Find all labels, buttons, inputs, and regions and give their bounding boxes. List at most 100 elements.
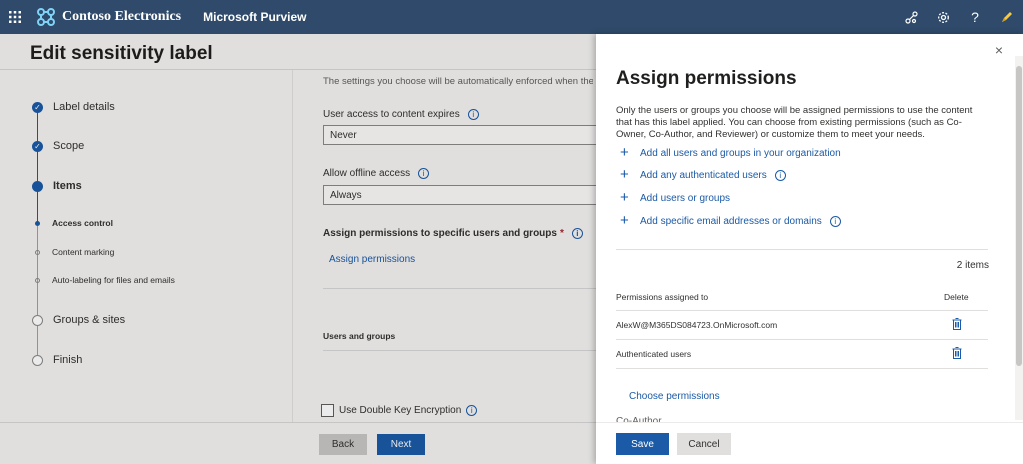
expires-label: User access to content expires i — [323, 109, 479, 120]
step-label: Auto-labeling for files and emails — [52, 275, 175, 285]
offline-label-text: Allow offline access — [323, 168, 411, 179]
app-launcher-icon[interactable] — [0, 0, 30, 34]
divider — [616, 249, 988, 250]
info-icon[interactable]: i — [467, 109, 479, 120]
substep-icon — [35, 249, 40, 255]
users-groups-header: Users and groups — [323, 331, 396, 341]
contoso-logo-icon — [36, 7, 56, 27]
step-scope[interactable]: ✓ Scope — [32, 140, 84, 152]
page-header: Edit sensitivity label — [0, 34, 596, 70]
add-link-label: Add any authenticated users — [640, 169, 767, 181]
expires-select[interactable]: Never — [323, 125, 599, 145]
info-icon[interactable]: i — [466, 405, 478, 416]
page-title: Edit sensitivity label — [30, 43, 213, 64]
panel-description: Only the users or groups you choose will… — [616, 105, 973, 140]
double-key-row[interactable]: Use Double Key Encryption i — [321, 404, 478, 417]
add-users-groups-link[interactable]: + Add users or groups — [620, 189, 731, 206]
pending-step-icon — [32, 314, 43, 326]
plus-icon: + — [620, 166, 629, 183]
brand-name[interactable]: Contoso Electronics — [62, 9, 181, 25]
assign-permissions-link[interactable]: Assign permissions — [329, 254, 415, 265]
choose-permissions-link[interactable]: Choose permissions — [629, 391, 720, 402]
step-connector — [37, 226, 38, 356]
expires-label-text: User access to content expires — [323, 109, 460, 120]
gear-icon[interactable] — [927, 0, 959, 34]
step-auto-labeling[interactable]: Auto-labeling for files and emails — [32, 275, 175, 285]
offline-select[interactable]: Always — [323, 185, 599, 205]
panel-title: Assign permissions — [616, 68, 797, 89]
step-label: Access control — [52, 218, 113, 228]
assign-permissions-panel: × Assign permissions Only the users or g… — [596, 34, 1023, 464]
top-bar: Contoso Electronics Microsoft Purview ? — [0, 0, 1023, 34]
divider — [323, 288, 599, 289]
step-finish[interactable]: Finish — [32, 354, 82, 366]
info-icon[interactable]: i — [571, 228, 583, 239]
step-label: Label details — [53, 101, 115, 113]
assign-label: Assign permissions to specific users and… — [323, 228, 583, 239]
plus-icon: + — [620, 144, 629, 161]
step-label: Content marking — [52, 247, 115, 257]
permission-row-authenticated: Authenticated users — [616, 349, 692, 359]
check-icon: ✓ — [32, 101, 43, 113]
form-note: The settings you choose will be automati… — [323, 76, 593, 87]
top-bar-icons: ? — [895, 0, 1023, 34]
info-icon[interactable]: i — [418, 168, 430, 179]
offline-label: Allow offline access i — [323, 168, 430, 179]
cancel-button[interactable]: Cancel — [677, 433, 731, 455]
page-footer: Back Next — [0, 422, 596, 464]
divider — [616, 368, 988, 369]
step-label: Items — [53, 180, 82, 192]
divider — [323, 350, 599, 351]
app-name[interactable]: Microsoft Purview — [203, 10, 306, 24]
plus-icon: + — [620, 212, 629, 229]
step-groups-sites[interactable]: Groups & sites — [32, 314, 125, 326]
add-authenticated-users-link[interactable]: + Add any authenticated users i — [620, 166, 786, 183]
pen-icon[interactable] — [991, 0, 1023, 34]
permission-row-email: AlexW@M365DS084723.OnMicrosoft.com — [616, 320, 778, 330]
check-icon: ✓ — [32, 140, 43, 152]
assign-label-text: Assign permissions to specific users and… — [323, 228, 557, 239]
step-label: Finish — [53, 354, 83, 366]
wizard-stepper: ✓ Label details ✓ Scope Items Access con… — [0, 70, 292, 464]
info-icon[interactable]: i — [774, 169, 786, 181]
double-key-label: Use Double Key Encryption — [339, 405, 462, 416]
panel-scrollbar[interactable] — [1015, 56, 1023, 420]
column-delete-header: Delete — [944, 292, 969, 302]
scrollbar-thumb[interactable] — [1016, 66, 1022, 366]
step-label: Groups & sites — [53, 314, 126, 326]
add-email-domains-link[interactable]: + Add specific email addresses or domain… — [620, 212, 841, 229]
trash-icon[interactable] — [952, 347, 962, 359]
edit-label-page: Edit sensitivity label ✓ Label details ✓… — [0, 34, 599, 464]
plus-icon: + — [620, 189, 629, 206]
column-permissions-header: Permissions assigned to — [616, 292, 709, 302]
step-connector — [37, 188, 38, 222]
help-icon[interactable]: ? — [959, 0, 991, 34]
step-content-marking[interactable]: Content marking — [32, 247, 114, 257]
close-icon[interactable]: × — [995, 42, 1003, 58]
step-connector — [37, 109, 38, 144]
panel-footer: Save Cancel — [596, 422, 1023, 464]
info-icon[interactable]: i — [829, 215, 841, 227]
help-label: ? — [971, 9, 979, 25]
current-substep-icon — [35, 220, 40, 226]
save-button[interactable]: Save — [616, 433, 669, 455]
required-mark: * — [559, 228, 564, 239]
step-label: Scope — [53, 140, 85, 152]
step-access-control[interactable]: Access control — [32, 218, 113, 228]
substep-icon — [35, 277, 40, 283]
items-count: 2 items — [956, 260, 989, 271]
step-items[interactable]: Items — [32, 180, 82, 192]
add-all-users-link[interactable]: + Add all users and groups in your organ… — [620, 144, 841, 161]
double-key-checkbox[interactable] — [321, 404, 334, 417]
divider — [616, 310, 988, 311]
step-label-details[interactable]: ✓ Label details — [32, 101, 115, 113]
share-icon[interactable] — [895, 0, 927, 34]
add-link-label: Add specific email addresses or domains — [640, 215, 822, 227]
trash-icon[interactable] — [952, 318, 962, 330]
step-connector — [37, 148, 38, 184]
pending-step-icon — [32, 354, 43, 366]
back-button[interactable]: Back — [319, 434, 367, 455]
divider — [616, 339, 988, 340]
next-button[interactable]: Next — [377, 434, 425, 455]
add-link-label: Add users or groups — [640, 192, 731, 204]
